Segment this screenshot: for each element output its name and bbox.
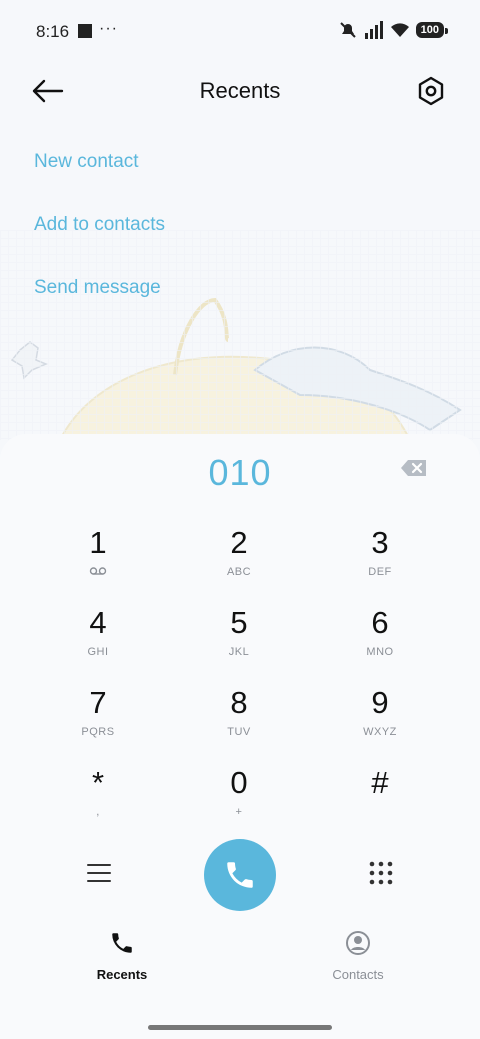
key-4[interactable]: 4 GHI	[38, 606, 158, 676]
key-6[interactable]: 6 MNO	[320, 606, 440, 676]
key-hash[interactable]: #	[320, 766, 440, 836]
phone-icon	[112, 933, 132, 953]
key-0[interactable]: 0 +	[179, 766, 299, 836]
key-digit: #	[371, 765, 389, 800]
key-5[interactable]: 5 JKL	[179, 606, 299, 676]
key-letters: DEF	[368, 566, 392, 578]
key-1[interactable]: 1	[38, 526, 158, 596]
key-8[interactable]: 8 TUV	[179, 686, 299, 756]
background-illustration	[0, 230, 480, 440]
tab-recents-label: Recents	[96, 967, 148, 982]
notification-square-icon	[78, 24, 92, 38]
key-digit: 0	[230, 765, 248, 800]
key-digit: 2	[230, 525, 248, 560]
menu-icon[interactable]	[86, 860, 112, 886]
home-indicator[interactable]	[148, 1025, 332, 1030]
signal-icon	[364, 21, 383, 39]
key-7[interactable]: 7 PQRS	[38, 686, 158, 756]
key-letters: WXYZ	[363, 726, 397, 738]
key-star[interactable]: * ,	[38, 766, 158, 836]
key-digit: 7	[89, 685, 107, 720]
key-letters: ,	[96, 806, 100, 818]
key-letters: ABC	[226, 566, 252, 578]
settings-hex-icon[interactable]	[414, 74, 448, 108]
key-digit: 6	[371, 605, 389, 640]
tab-recents[interactable]: Recents	[52, 930, 192, 982]
status-icons: 100	[338, 20, 449, 40]
tab-contacts-label: Contacts	[332, 967, 384, 982]
key-digit: 9	[371, 685, 389, 720]
key-digit: 3	[371, 525, 389, 560]
key-3[interactable]: 3 DEF	[320, 526, 440, 596]
tab-contacts[interactable]: Contacts	[288, 930, 428, 982]
send-message-link[interactable]: Send message	[34, 277, 161, 299]
key-2[interactable]: 2 ABC	[179, 526, 299, 596]
wifi-icon	[390, 23, 409, 37]
key-digit: *	[91, 765, 105, 800]
key-letters: TUV	[227, 726, 251, 738]
contacts-icon	[346, 931, 370, 955]
bottom-nav: Recents Contacts	[0, 930, 480, 1000]
battery-indicator: 100	[415, 22, 449, 38]
status-time: 8:16	[36, 22, 70, 41]
new-contact-link[interactable]: New contact	[34, 151, 139, 173]
key-letters: JKL	[228, 646, 250, 658]
key-9[interactable]: 9 WXYZ	[320, 686, 440, 756]
key-digit: 8	[230, 685, 248, 720]
key-digit: 4	[89, 605, 107, 640]
status-bar: 8:16 ··· 100	[0, 0, 480, 64]
key-letters: MNO	[366, 646, 394, 658]
key-letters: PQRS	[81, 726, 115, 738]
call-icon	[227, 862, 253, 888]
voicemail-icon	[89, 567, 107, 575]
key-letters: +	[235, 806, 243, 818]
page-title: Recents	[199, 78, 281, 103]
add-to-contacts-link[interactable]: Add to contacts	[34, 214, 165, 236]
app-header: Recents	[0, 64, 480, 120]
keypad-icon[interactable]	[368, 860, 394, 886]
backspace-icon[interactable]	[400, 458, 428, 478]
key-letters: GHI	[87, 646, 109, 658]
more-notifications-icon: ···	[99, 20, 118, 37]
key-digit: 5	[230, 605, 248, 640]
call-button[interactable]	[204, 839, 276, 911]
key-digit: 1	[89, 525, 107, 560]
mute-icon	[339, 22, 356, 38]
